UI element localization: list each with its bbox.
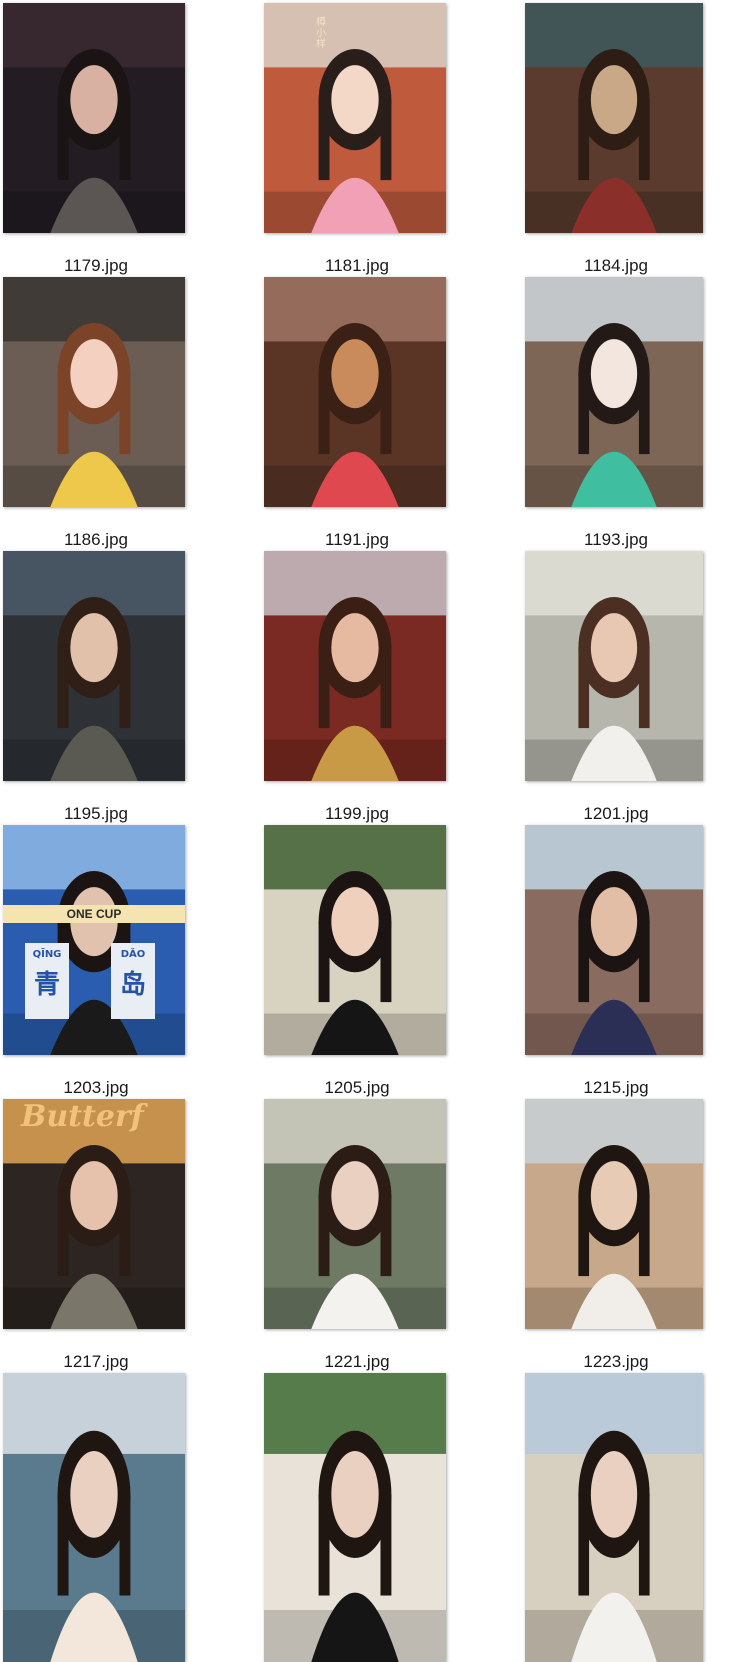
file-item[interactable] xyxy=(525,1370,703,1662)
photo-thumbnail-icon[interactable]: ONE CUP QĪNG 青 DǍO 岛 xyxy=(3,825,185,1055)
photo-thumbnail-icon[interactable] xyxy=(3,551,185,781)
photo-thumbnail-icon[interactable] xyxy=(525,1099,703,1329)
photo-thumbnail-icon[interactable] xyxy=(525,551,703,781)
file-item[interactable]: 1193.jpg xyxy=(525,274,703,549)
photo-thumbnail-icon[interactable] xyxy=(525,277,703,507)
store-sign: 樽小样 xyxy=(316,17,326,50)
file-item[interactable]: 1205.jpg xyxy=(264,822,446,1097)
file-name-label: 1221.jpg xyxy=(324,1352,390,1371)
photo-thumbnail-icon[interactable] xyxy=(264,825,446,1055)
file-name-label: 1217.jpg xyxy=(63,1352,129,1371)
file-item[interactable]: 1201.jpg xyxy=(525,548,703,823)
file-name-label: 1195.jpg xyxy=(64,804,128,823)
file-name-label: 1215.jpg xyxy=(583,1078,649,1097)
file-item[interactable]: 1199.jpg xyxy=(264,548,446,823)
file-item[interactable]: 1191.jpg xyxy=(264,274,446,549)
file-name-label: 1186.jpg xyxy=(64,530,128,549)
photo-thumbnail-icon[interactable] xyxy=(3,277,185,507)
poster-char: 岛 xyxy=(119,969,146,999)
file-item[interactable]: 1215.jpg xyxy=(525,822,703,1097)
poster: DǍO 岛 xyxy=(111,943,155,1019)
file-item[interactable]: 1184.jpg xyxy=(525,0,703,275)
poster: QĪNG 青 xyxy=(25,943,69,1019)
poster-char: 青 xyxy=(33,969,60,999)
photo-thumbnail-icon[interactable] xyxy=(264,1099,446,1329)
file-name-label: 1205.jpg xyxy=(324,1078,390,1097)
file-name-label: 1184.jpg xyxy=(584,256,648,275)
file-item[interactable] xyxy=(3,1370,185,1662)
photo-thumbnail-icon[interactable] xyxy=(525,825,703,1055)
file-item[interactable]: 1179.jpg xyxy=(3,0,185,275)
photo-thumbnail-icon[interactable] xyxy=(525,1373,703,1662)
poster-pinyin: DǍO xyxy=(120,949,146,960)
file-item[interactable]: Butterf 1217.jpg xyxy=(3,1096,185,1371)
file-item[interactable]: 1195.jpg xyxy=(3,548,185,823)
file-name-label: 1179.jpg xyxy=(64,256,128,275)
photo-thumbnail-icon[interactable] xyxy=(3,3,185,233)
file-name-label: 1193.jpg xyxy=(584,530,648,549)
photo-thumbnail-icon[interactable] xyxy=(264,1373,446,1662)
file-item[interactable]: 1221.jpg xyxy=(264,1096,446,1371)
poster-pinyin: QĪNG xyxy=(32,949,62,960)
file-item[interactable] xyxy=(264,1370,446,1662)
file-name-label: 1201.jpg xyxy=(583,804,649,823)
photo-thumbnail-icon[interactable] xyxy=(525,3,703,233)
file-name-label: 1199.jpg xyxy=(325,804,389,823)
shop-sign: ONE CUP xyxy=(3,905,185,923)
file-name-label: 1191.jpg xyxy=(325,530,389,549)
file-item[interactable]: 1186.jpg xyxy=(3,274,185,549)
photo-thumbnail-icon[interactable] xyxy=(264,277,446,507)
neon-sign: Butterf xyxy=(21,1099,144,1134)
file-item[interactable]: 1223.jpg xyxy=(525,1096,703,1371)
photo-thumbnail-icon[interactable]: Butterf xyxy=(3,1099,185,1329)
photo-thumbnail-icon[interactable] xyxy=(3,1373,185,1662)
file-item[interactable]: 樽小样 1181.jpg xyxy=(264,0,446,275)
photo-thumbnail-icon[interactable] xyxy=(264,551,446,781)
file-name-label: 1203.jpg xyxy=(63,1078,129,1097)
photo-thumbnail-icon[interactable]: 樽小样 xyxy=(264,3,446,233)
file-item[interactable]: ONE CUP QĪNG 青 DǍO 岛 1203.jpg xyxy=(3,822,185,1097)
file-name-label: 1223.jpg xyxy=(583,1352,649,1371)
file-name-label: 1181.jpg xyxy=(325,256,389,275)
file-grid: 1179.jpg 樽小样 1181.jpg 1184.jpg 1186.jpg 1191.… xyxy=(0,0,744,1662)
